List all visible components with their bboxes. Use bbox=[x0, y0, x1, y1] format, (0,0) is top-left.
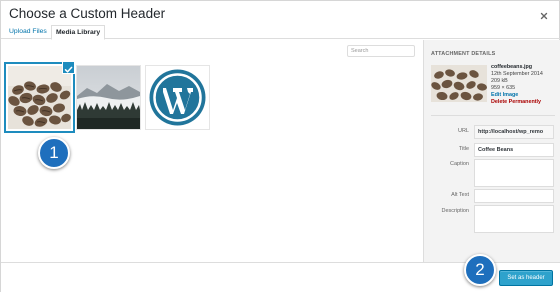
modal-title-bar: Choose a Custom Header bbox=[1, 1, 560, 25]
attachment-details-sidebar: ATTACHMENT DETAILS coffeebeans.jpg 12th … bbox=[423, 40, 560, 262]
title-label: Title bbox=[458, 146, 469, 152]
media-item-misty-forest[interactable] bbox=[77, 66, 140, 129]
coffee-beans-image bbox=[8, 66, 71, 129]
url-field[interactable]: http://localhost/wp_remo bbox=[474, 125, 554, 139]
attachment-thumbnail bbox=[431, 65, 487, 102]
tab-upload-files[interactable]: Upload Files bbox=[5, 25, 51, 39]
wordpress-logo-image bbox=[146, 66, 209, 129]
alt-text-field[interactable] bbox=[474, 189, 554, 203]
caption-label: Caption bbox=[450, 161, 469, 167]
url-label: URL bbox=[457, 128, 469, 134]
misty-forest-image bbox=[77, 66, 140, 129]
media-item-wordpress-logo[interactable] bbox=[146, 66, 209, 129]
step-badge-2: 2 bbox=[464, 254, 496, 286]
attachment-filename: coffeebeans.jpg bbox=[491, 64, 533, 70]
media-router-tabs: Upload Files Media Library bbox=[1, 25, 560, 40]
media-item-coffee-beans[interactable] bbox=[8, 66, 71, 129]
attachment-date: 12th September 2014 bbox=[491, 71, 543, 77]
delete-permanently-link[interactable]: Delete Permanently bbox=[491, 99, 543, 106]
alt-text-label: Alt Text bbox=[451, 192, 469, 198]
attachment-filesize: 209 kB bbox=[491, 78, 508, 84]
attachment-dimensions: 959 × 635 bbox=[491, 85, 516, 91]
attachment-meta: coffeebeans.jpg 12th September 2014 209 … bbox=[491, 64, 543, 106]
set-as-header-button[interactable]: Set as header bbox=[499, 270, 553, 286]
sidebar-divider bbox=[431, 115, 555, 116]
close-icon[interactable] bbox=[539, 8, 549, 20]
caption-field[interactable] bbox=[474, 159, 554, 187]
edit-image-link[interactable]: Edit Image bbox=[491, 92, 543, 99]
modal-title: Choose a Custom Header bbox=[9, 6, 166, 21]
attachment-details-heading: ATTACHMENT DETAILS bbox=[431, 51, 496, 57]
title-field[interactable] bbox=[474, 143, 554, 157]
checkmark-icon[interactable] bbox=[63, 62, 74, 73]
media-modal: Choose a Custom Header Upload Files Medi… bbox=[0, 0, 560, 292]
tab-media-library[interactable]: Media Library bbox=[51, 25, 106, 40]
search-input[interactable] bbox=[347, 45, 415, 57]
description-label: Description bbox=[441, 208, 469, 214]
description-field[interactable] bbox=[474, 205, 554, 233]
step-badge-1: 1 bbox=[38, 137, 70, 169]
